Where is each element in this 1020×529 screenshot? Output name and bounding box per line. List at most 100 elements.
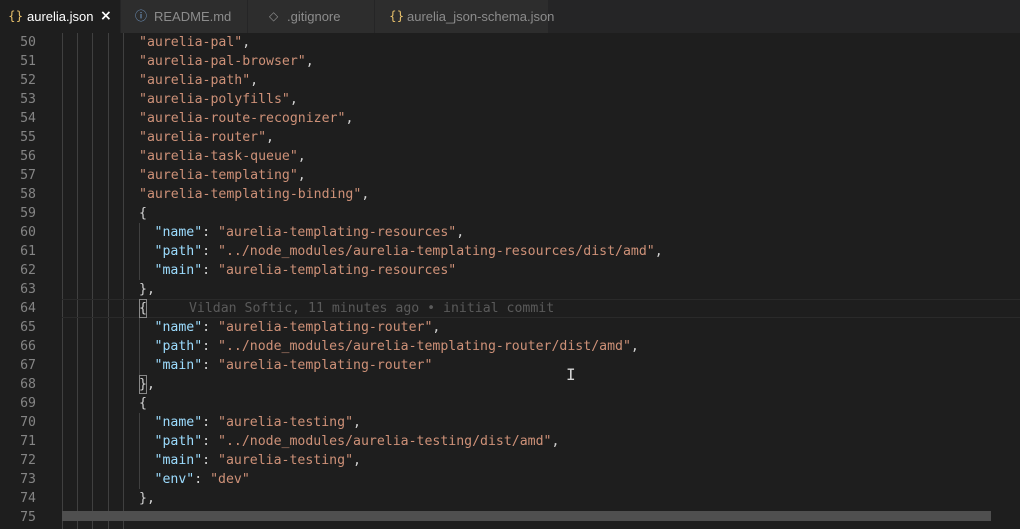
line-number: 69 xyxy=(20,396,36,411)
line-number: 65 xyxy=(20,320,36,335)
string-token: "aurelia-templating-resources" xyxy=(218,263,457,278)
punctuation-token: : xyxy=(202,434,219,449)
code-line[interactable]: 63}, xyxy=(0,280,1010,299)
string-token: "aurelia-templating-router" xyxy=(218,320,433,335)
code-text: }, xyxy=(139,489,155,508)
code-text: {Vildan Softic, 11 minutes ago • initial… xyxy=(139,299,554,318)
code-text: "env": "dev" xyxy=(155,470,250,489)
code-line[interactable]: 64 {Vildan Softic, 11 minutes ago • initi… xyxy=(0,299,1010,318)
key-token: "path" xyxy=(154,244,203,259)
json-file-icon: {} xyxy=(389,9,405,23)
code-line[interactable]: 56 "aurelia-task-queue", xyxy=(0,147,1010,166)
string-token: "aurelia-templating-binding" xyxy=(139,187,362,202)
string-token: "../node_modules/aurelia-templating-rout… xyxy=(218,339,631,354)
tab-gitignore[interactable]: ◇ .gitignore xyxy=(248,0,375,33)
line-number: 53 xyxy=(20,92,36,107)
code-line[interactable]: 52 "aurelia-path", xyxy=(0,71,1010,90)
punctuation-token: , xyxy=(630,339,639,354)
line-number: 72 xyxy=(20,453,36,468)
punctuation-token: , xyxy=(345,111,354,126)
string-token: "aurelia-route-recognizer" xyxy=(139,111,346,126)
code-line[interactable]: 54 "aurelia-route-recognizer", xyxy=(0,109,1010,128)
code-line[interactable]: 68}, xyxy=(0,375,1010,394)
punctuation-token: , xyxy=(297,168,306,183)
code-text: "main": "aurelia-templating-router" xyxy=(155,356,433,375)
line-number: 50 xyxy=(20,35,36,50)
punctuation-token: , xyxy=(654,244,663,259)
punctuation-token: , xyxy=(250,73,259,88)
string-token: "aurelia-router" xyxy=(139,130,267,145)
code-line[interactable]: 55 "aurelia-router", xyxy=(0,128,1010,147)
line-number: 71 xyxy=(20,434,36,449)
code-text: { xyxy=(139,204,147,223)
code-line[interactable]: 59 { xyxy=(0,204,1010,223)
code-line[interactable]: 69 { xyxy=(0,394,1010,413)
string-token: "aurelia-testing" xyxy=(218,415,354,430)
line-number: 55 xyxy=(20,130,36,145)
punctuation-token: : xyxy=(202,263,219,278)
line-number: 57 xyxy=(20,168,36,183)
line-number: 67 xyxy=(20,358,36,373)
code-text: "main": "aurelia-templating-resources" xyxy=(155,261,457,280)
code-line[interactable]: 50 "aurelia-pal", xyxy=(0,33,1010,52)
code-line[interactable]: 62 "main": "aurelia-templating-resources" xyxy=(0,261,1010,280)
string-token: "aurelia-path" xyxy=(139,73,251,88)
code-text: "aurelia-pal", xyxy=(139,33,250,52)
code-line[interactable]: 53 "aurelia-polyfills", xyxy=(0,90,1010,109)
string-token: "aurelia-templating-resources" xyxy=(218,225,457,240)
tab-aurelia-json[interactable]: {} aurelia.json × xyxy=(0,0,121,33)
code-line[interactable]: 60 "name": "aurelia-templating-resources"… xyxy=(0,223,1010,242)
code-text: "name": "aurelia-templating-resources", xyxy=(155,223,465,242)
line-number: 63 xyxy=(20,282,36,297)
key-token: "name" xyxy=(154,225,203,240)
key-token: "main" xyxy=(154,263,203,278)
code-line[interactable]: 58 "aurelia-templating-binding", xyxy=(0,185,1010,204)
line-number: 64 xyxy=(20,301,36,316)
editor-tab-bar: {} aurelia.json × ⓘ README.md ◇ .gitigno… xyxy=(0,0,1020,33)
line-number: 74 xyxy=(20,491,36,506)
string-token: "aurelia-task-queue" xyxy=(139,149,298,164)
code-editor[interactable]: 50 "aurelia-pal", 51 "aurelia-pal-browser",… xyxy=(0,33,1020,529)
punctuation-token: , xyxy=(353,415,361,430)
code-line[interactable]: 74}, xyxy=(0,489,1010,508)
git-file-icon: ◇ xyxy=(269,9,279,23)
code-line[interactable]: 57 "aurelia-templating", xyxy=(0,166,1010,185)
punctuation-token: , xyxy=(456,225,465,240)
code-text: "aurelia-path", xyxy=(139,71,258,90)
close-tab-icon[interactable]: × xyxy=(100,0,112,33)
key-token: "name" xyxy=(154,415,203,430)
code-line[interactable]: 72 "main": "aurelia-testing", xyxy=(0,451,1010,470)
punctuation-token: : xyxy=(202,244,219,259)
punctuation-token: : xyxy=(202,339,219,354)
punctuation-token: : xyxy=(202,320,219,335)
git-blame-annotation: Vildan Softic, 11 minutes ago • initial … xyxy=(188,301,555,316)
code-line[interactable]: 66 "path": "../node_modules/aurelia-templ… xyxy=(0,337,1010,356)
code-line[interactable]: 51 "aurelia-pal-browser", xyxy=(0,52,1010,71)
tab-aurelia-json-schema[interactable]: {} aurelia_json-schema.json xyxy=(375,0,554,33)
tab-label: aurelia_json-schema.json xyxy=(407,9,555,24)
code-text: "aurelia-pal-browser", xyxy=(139,52,314,71)
punctuation-token: , xyxy=(551,434,560,449)
horizontal-scrollbar[interactable] xyxy=(62,511,991,521)
code-line[interactable]: 70 "name": "aurelia-testing", xyxy=(0,413,1010,432)
code-text: "path": "../node_modules/aurelia-templat… xyxy=(155,242,663,261)
code-text: "aurelia-route-recognizer", xyxy=(139,109,353,128)
code-text: "path": "../node_modules/aurelia-testing… xyxy=(155,432,560,451)
line-number: 62 xyxy=(20,263,36,278)
code-line[interactable]: 65 "name": "aurelia-templating-router", xyxy=(0,318,1010,337)
string-token: "aurelia-templating-router" xyxy=(218,358,433,373)
code-line[interactable]: 67 "main": "aurelia-templating-router" xyxy=(0,356,1010,375)
code-line[interactable]: 61 "path": "../node_modules/aurelia-templ… xyxy=(0,242,1010,261)
code-text: "aurelia-router", xyxy=(139,128,274,147)
tab-readme-md[interactable]: ⓘ README.md xyxy=(121,0,248,33)
line-number: 73 xyxy=(20,472,36,487)
code-line[interactable]: 71 "path": "../node_modules/aurelia-testi… xyxy=(0,432,1010,451)
info-icon: ⓘ xyxy=(135,9,148,23)
line-number: 60 xyxy=(20,225,36,240)
punctuation-token: , xyxy=(297,149,306,164)
string-token: "aurelia-polyfills" xyxy=(139,92,290,107)
code-line[interactable]: 73 "env": "dev" xyxy=(0,470,1010,489)
punctuation-token: : xyxy=(202,415,219,430)
tab-label: .gitignore xyxy=(287,9,341,24)
key-token: "path" xyxy=(154,339,203,354)
